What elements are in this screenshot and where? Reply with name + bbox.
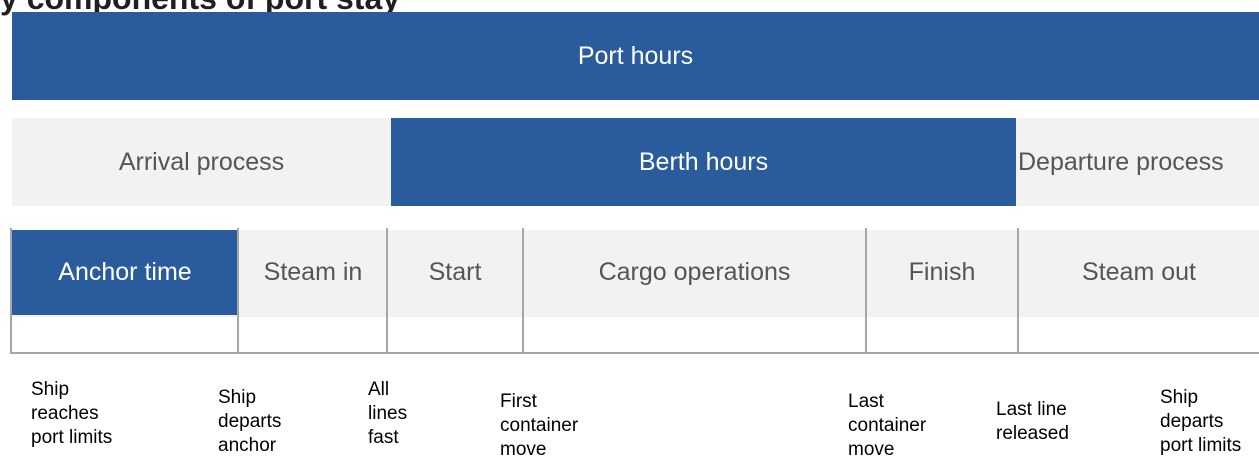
event-last-line-released: Last line released xyxy=(996,398,1069,446)
timeline-divider xyxy=(1017,228,1019,354)
event-line: move xyxy=(500,439,547,460)
port-hours-band: Port hours xyxy=(12,12,1259,100)
event-line: First xyxy=(500,391,537,412)
phase-cargo-operations-label: Cargo operations xyxy=(598,258,791,286)
phase-cargo-operations: Cargo operations xyxy=(524,230,865,315)
departure-process-label: Departure process xyxy=(1018,147,1224,176)
timeline-divider xyxy=(522,228,524,354)
berth-hours-label: Berth hours xyxy=(638,147,769,176)
event-line: Ship xyxy=(1160,387,1199,408)
event-line: anchor xyxy=(218,435,277,456)
arrival-process-band: Arrival process xyxy=(12,118,391,206)
event-line: departs xyxy=(1160,411,1224,432)
timeline-divider xyxy=(865,228,867,354)
timeline-divider xyxy=(386,228,388,354)
event-line: departs xyxy=(218,411,282,432)
event-line: port limits xyxy=(31,427,113,448)
event-line: reaches xyxy=(31,403,99,424)
phase-steam-in: Steam in xyxy=(240,230,386,315)
phase-steam-out-label: Steam out xyxy=(1082,258,1196,286)
event-line: fast xyxy=(368,427,399,448)
event-ship-departs-anchor: Ship departs anchor xyxy=(218,386,281,458)
phase-anchor-time: Anchor time xyxy=(12,230,238,315)
event-line: All xyxy=(368,379,390,400)
departure-process-band: Departure process xyxy=(1016,118,1259,206)
event-line: port limits xyxy=(1160,435,1242,456)
event-line: Last line xyxy=(996,399,1067,420)
event-line: lines xyxy=(368,403,408,424)
berth-hours-band: Berth hours xyxy=(391,118,1016,206)
phase-steam-out: Steam out xyxy=(1019,230,1259,315)
event-line: container xyxy=(500,415,579,436)
event-line: Last xyxy=(848,391,884,412)
port-hours-label: Port hours xyxy=(577,41,694,70)
event-line: container xyxy=(848,415,927,436)
event-line: move xyxy=(848,439,895,460)
event-line: released xyxy=(996,423,1069,444)
event-all-lines-fast: All lines fast xyxy=(368,378,407,450)
timeline-baseline xyxy=(10,352,1259,354)
event-ship-reaches-port-limits: Ship reaches port limits xyxy=(31,378,112,450)
event-ship-departs-port-limits: Ship departs port limits xyxy=(1160,386,1241,458)
timeline-divider xyxy=(10,228,12,354)
phase-steam-in-label: Steam in xyxy=(263,258,363,286)
event-line: Ship xyxy=(31,379,70,400)
event-line: Ship xyxy=(218,387,257,408)
phase-finish: Finish xyxy=(867,230,1017,315)
event-first-container-move: First container move xyxy=(500,390,578,462)
phase-start-label: Start xyxy=(428,258,482,286)
phase-start: Start xyxy=(388,230,522,315)
event-last-container-move: Last container move xyxy=(848,390,926,462)
timeline-divider xyxy=(237,228,239,354)
phase-anchor-time-label: Anchor time xyxy=(58,258,192,286)
arrival-process-label: Arrival process xyxy=(118,147,285,176)
phase-finish-label: Finish xyxy=(908,258,976,286)
